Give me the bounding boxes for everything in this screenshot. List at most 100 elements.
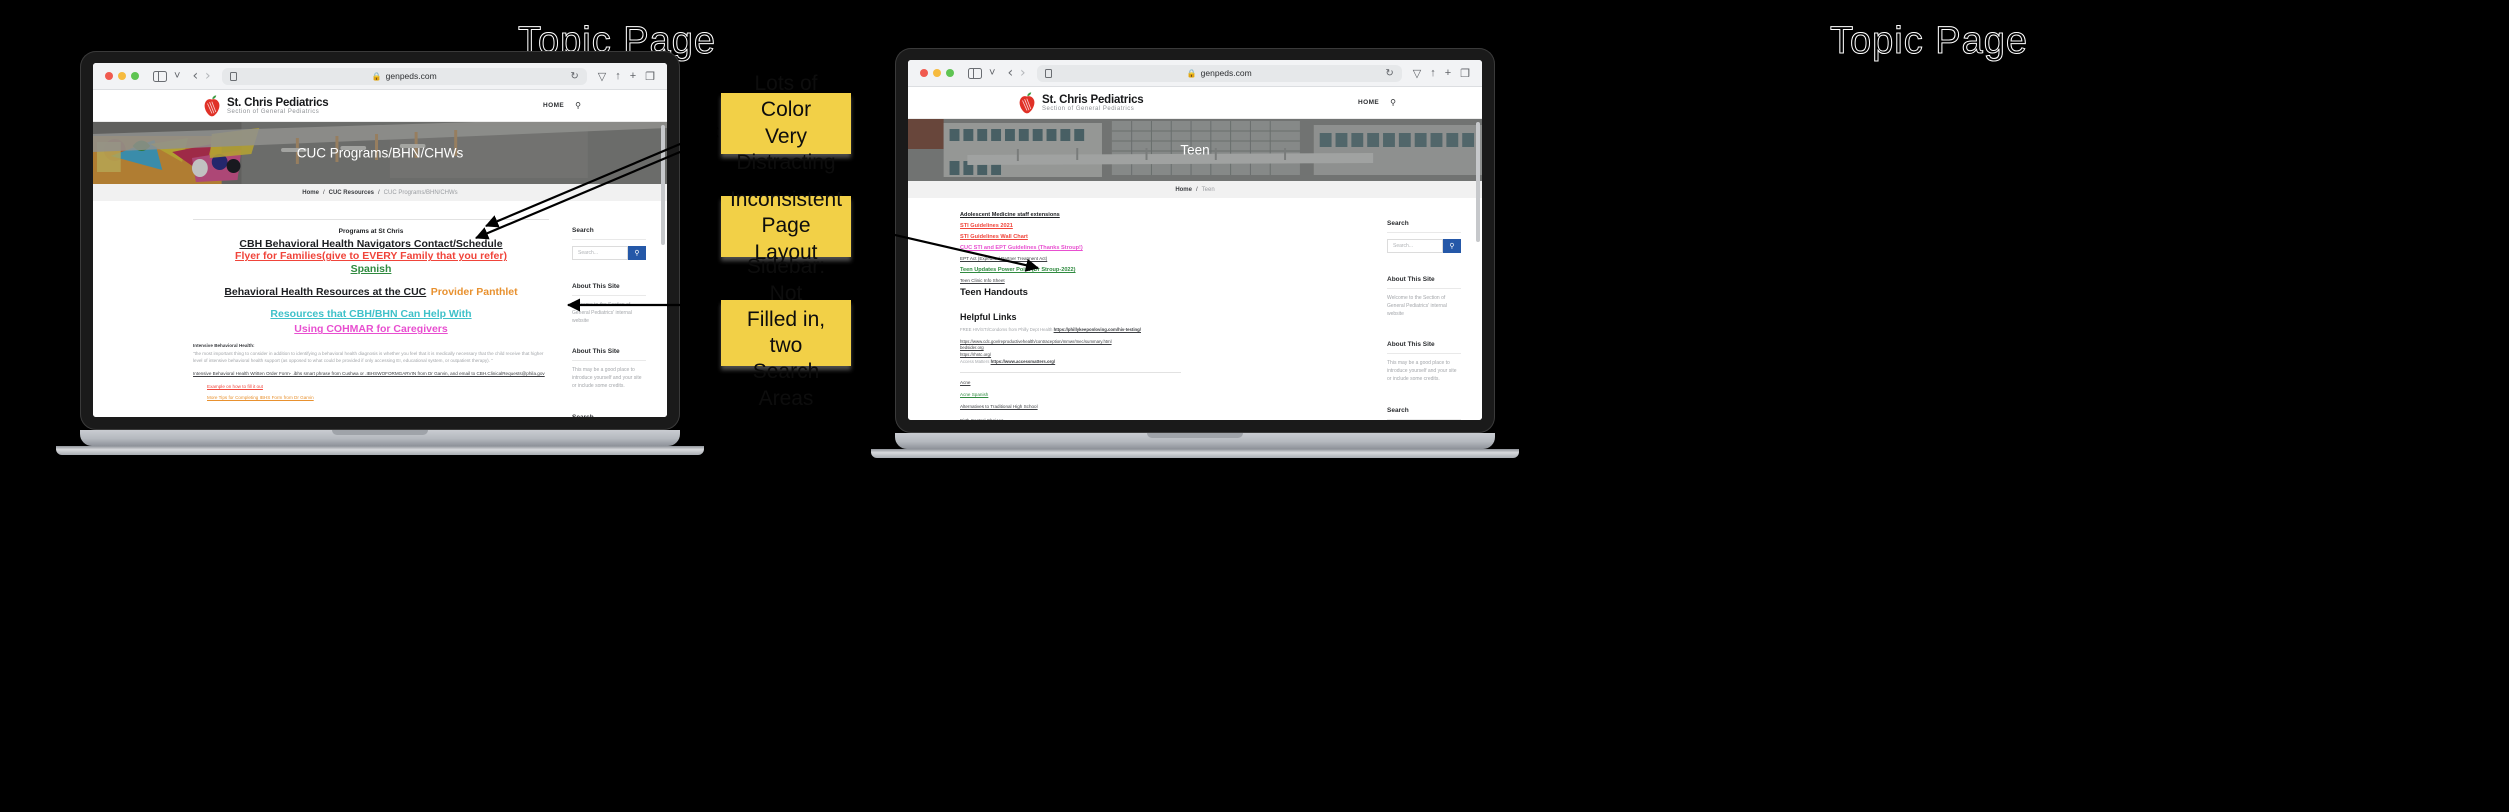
reader-view-icon[interactable]: [229, 71, 237, 81]
content-link-2[interactable]: Spanish: [193, 263, 549, 275]
nav-home-link[interactable]: HOME: [543, 102, 564, 109]
helpful-link-3[interactable]: https://rhntc.org/: [960, 352, 1362, 359]
widget-search-2: Search Search... ⚲: [1378, 398, 1470, 420]
minimize-window-button[interactable]: [118, 72, 126, 80]
breadcrumb-home[interactable]: Home: [302, 190, 319, 196]
breadcrumb-home[interactable]: Home: [1175, 187, 1192, 193]
widget-title: Search: [1387, 406, 1409, 414]
widget-rule: [572, 295, 646, 296]
site-header-right: St. Chris Pediatrics Section of General …: [908, 87, 1482, 119]
search-button[interactable]: ⚲: [628, 246, 646, 260]
breadcrumb-sep: /: [378, 189, 380, 196]
site-logo-right[interactable]: St. Chris Pediatrics Section of General …: [1018, 91, 1144, 114]
header-nav-left: HOME ⚲: [543, 101, 581, 110]
browser-chrome-right: ˅ ‹ › 🔒 genpeds.com ↻ ▽ ↑ + ❐: [908, 60, 1482, 87]
ibh-sublink-0[interactable]: Example on how to fill it out: [207, 384, 549, 389]
search-placeholder: Search...: [578, 250, 599, 256]
teen-link-3[interactable]: CUC STI and EPT Guidelines (Thanks Strou…: [960, 245, 1362, 251]
widget-rule: [1387, 418, 1461, 420]
breadcrumb-mid[interactable]: CUC Resources: [329, 190, 374, 196]
laptop-left: ˅ ‹ › 🔒 genpeds.com ↻ ▽ ↑ + ❐ St. Chris …: [56, 51, 704, 455]
ibh-sublink-1[interactable]: More Tips for Completing IBHS Form from …: [207, 395, 549, 400]
teen-link-6[interactable]: Teen Clinic Info Sheet: [960, 278, 1362, 283]
helpful-link-0[interactable]: https://phillykeeponloving.com/hiv-testi…: [1054, 327, 1141, 332]
close-window-button[interactable]: [105, 72, 113, 80]
reload-icon[interactable]: ↻: [1385, 68, 1393, 79]
tabs-icon[interactable]: ❐: [1460, 67, 1470, 80]
helpful-link-row-4: Access Matters https://www.accessmatters…: [960, 359, 1362, 366]
chevron-down-icon[interactable]: ˅: [989, 67, 995, 79]
address-bar-right[interactable]: 🔒 genpeds.com ↻: [1036, 64, 1402, 82]
laptop-lid-left: ˅ ‹ › 🔒 genpeds.com ↻ ▽ ↑ + ❐ St. Chris …: [80, 51, 680, 430]
teen-link-5[interactable]: Teen Updates Power Point (Dr Stroup-2022…: [960, 267, 1362, 273]
reader-view-icon[interactable]: [1044, 68, 1052, 78]
url-text: genpeds.com: [385, 71, 437, 81]
chevron-down-icon[interactable]: ˅: [174, 70, 180, 82]
search-button[interactable]: ⚲: [1443, 239, 1461, 253]
back-chevron-icon[interactable]: ‹: [1007, 65, 1013, 81]
breadcrumb-right: Home / Teen: [908, 181, 1482, 198]
maximize-window-button[interactable]: [131, 72, 139, 80]
widget-rule: [1387, 232, 1461, 233]
bottom-link-1[interactable]: Acne Spanish: [960, 392, 1362, 397]
search-icon[interactable]: ⚲: [575, 101, 581, 110]
forward-chevron-icon[interactable]: ›: [1020, 65, 1026, 81]
search-input[interactable]: Search...: [572, 246, 628, 260]
content-link-magenta[interactable]: Using COHMAR for Caregivers: [193, 323, 549, 335]
teen-link-2[interactable]: STI Guidelines Wall Chart: [960, 234, 1362, 240]
breadcrumb-sep: /: [1195, 186, 1198, 193]
new-tab-icon[interactable]: +: [1445, 67, 1451, 79]
bottom-link-3[interactable]: Birth Control Choices: [960, 417, 1362, 421]
window-controls-left[interactable]: [105, 72, 139, 80]
site-logo-left[interactable]: St. Chris Pediatrics Section of General …: [203, 94, 329, 117]
sidebar-left: Search Search... ⚲ About This Site Welco…: [563, 219, 655, 417]
sidebar-toggle-icon[interactable]: [153, 70, 167, 82]
laptop-foot-right: [871, 449, 1519, 458]
content-link-provider-panthlet[interactable]: Provider Panthlet: [431, 286, 518, 298]
widget-title: About This Site: [572, 348, 620, 356]
helpful-link-1[interactable]: https://www.cdc.gov/reproductivehealth/c…: [960, 339, 1362, 346]
browser-window-left: ˅ ‹ › 🔒 genpeds.com ↻ ▽ ↑ + ❐ St. Chris …: [93, 63, 667, 417]
widget-rule: [572, 360, 646, 362]
forward-chevron-icon[interactable]: ›: [205, 68, 211, 84]
maximize-window-button[interactable]: [946, 69, 954, 77]
annotation-text: Sidebar: Not Filled in, two Search Areas: [746, 255, 826, 410]
search-icon[interactable]: ⚲: [1390, 98, 1396, 107]
widget-rule: [572, 239, 646, 240]
sidebar-toggle-icon[interactable]: [968, 67, 982, 79]
address-bar-left[interactable]: 🔒 genpeds.com ↻: [221, 67, 587, 85]
downloads-icon[interactable]: ▽: [598, 70, 606, 83]
page-scrollbar-left[interactable]: [661, 125, 665, 245]
content-link-1[interactable]: Flyer for Families(give to EVERY Family …: [193, 250, 549, 262]
search-row: Search... ⚲: [1387, 239, 1461, 253]
close-window-button[interactable]: [920, 69, 928, 77]
ibh-quote: "the most important thing to consider in…: [193, 350, 544, 364]
content-link-teal[interactable]: Resources that CBH/BHN Can Help With: [193, 308, 549, 320]
teen-link-0[interactable]: Adolescent Medicine staff extensions: [960, 212, 1362, 218]
back-chevron-icon[interactable]: ‹: [192, 68, 198, 84]
bottom-link-0[interactable]: Acne: [960, 379, 1362, 386]
teen-link-1[interactable]: STI Guidelines 2021: [960, 223, 1362, 229]
helpful-link-4[interactable]: https://www.accessmatters.org/: [991, 359, 1056, 364]
bottom-link-2[interactable]: Alternatives to Traditional High School: [960, 403, 1362, 410]
helpful-link-2[interactable]: bedsider.org: [960, 345, 1362, 352]
content-link-bh-resources[interactable]: Behavioral Health Resources at the CUC: [224, 286, 426, 298]
ibh-order-form-link[interactable]: Intensive Behavioral Health Written Orde…: [193, 370, 549, 377]
widget-title: About This Site: [572, 283, 620, 290]
new-tab-icon[interactable]: +: [630, 70, 636, 82]
nav-home-link[interactable]: HOME: [1358, 99, 1379, 106]
downloads-icon[interactable]: ▽: [1413, 67, 1421, 80]
tabs-icon[interactable]: ❐: [645, 70, 655, 83]
brand-block: St. Chris Pediatrics Section of General …: [227, 97, 329, 115]
share-icon[interactable]: ↑: [1430, 67, 1436, 79]
minimize-window-button[interactable]: [933, 69, 941, 77]
share-icon[interactable]: ↑: [615, 70, 621, 82]
content-link-0[interactable]: CBH Behavioral Health Navigators Contact…: [193, 238, 549, 250]
page-scrollbar-right[interactable]: [1476, 122, 1480, 242]
reload-icon[interactable]: ↻: [570, 71, 578, 82]
lock-icon: 🔒: [1186, 68, 1197, 78]
teen-link-4[interactable]: EPT Act (Expedited Partner Treatment Act…: [960, 256, 1362, 261]
laptop-base-right: [895, 433, 1495, 449]
search-input[interactable]: Search...: [1387, 239, 1443, 253]
window-controls-right[interactable]: [920, 69, 954, 77]
